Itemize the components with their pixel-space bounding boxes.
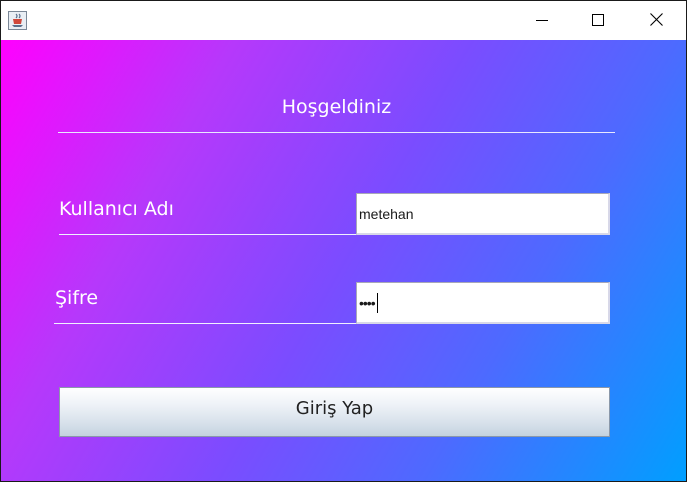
maximize-button[interactable] [569, 1, 627, 40]
maximize-icon [592, 11, 604, 30]
password-mask: •••• [359, 294, 376, 311]
heading-divider [58, 132, 615, 133]
login-window: Hoşgeldiniz Kullanıcı Adı metehan Şifre … [0, 0, 687, 482]
welcome-heading: Hoşgeldiniz [281, 96, 392, 118]
close-icon [649, 11, 663, 30]
minimize-button[interactable] [513, 1, 571, 40]
close-button[interactable] [627, 1, 685, 40]
username-value: metehan [359, 205, 414, 222]
username-underline [59, 234, 356, 235]
password-label: Şifre [55, 287, 99, 309]
minimize-icon [536, 11, 548, 30]
title-bar[interactable] [1, 1, 686, 40]
login-button[interactable]: Giriş Yap [59, 387, 610, 437]
password-underline [54, 323, 356, 324]
password-input[interactable]: •••• [356, 282, 610, 324]
login-panel: Hoşgeldiniz Kullanıcı Adı metehan Şifre … [1, 40, 686, 481]
username-label: Kullanıcı Adı [59, 198, 174, 220]
username-input[interactable]: metehan [356, 193, 610, 235]
text-caret [376, 292, 378, 313]
java-cup-icon[interactable] [8, 11, 27, 30]
